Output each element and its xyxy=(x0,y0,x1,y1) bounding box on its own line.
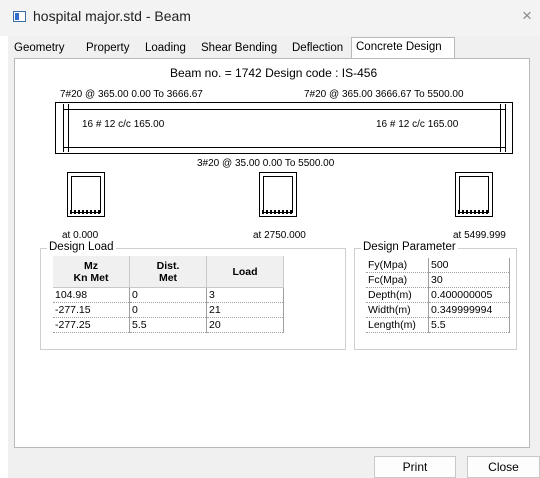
table-cell[interactable]: 21 xyxy=(206,302,284,318)
support-line-left-outer xyxy=(63,104,64,152)
table-row[interactable]: -277.15 0 21 xyxy=(53,302,284,318)
tab-concrete-design[interactable]: Concrete Design xyxy=(351,37,455,58)
column-header-mz-line2: Kn Met xyxy=(73,271,109,284)
close-button[interactable]: Close xyxy=(467,456,540,478)
section-label-start: at 0.000 xyxy=(62,230,99,241)
table-cell[interactable]: 0 xyxy=(129,302,207,318)
tab-shear-bending[interactable]: Shear Bending xyxy=(197,40,281,57)
section-label-mid: at 2750.000 xyxy=(253,230,306,241)
parameter-name: Width(m) xyxy=(366,302,429,318)
stirrup-left-label: 16 # 12 c/c 165.00 xyxy=(82,119,165,130)
bottom-rebar-label: 3#20 @ 35.00 0.00 To 5500.00 xyxy=(197,158,335,169)
column-header-mz: Mz Kn Met xyxy=(53,256,130,288)
table-row[interactable]: Fy(Mpa) 500 xyxy=(366,258,510,273)
tab-loading[interactable]: Loading xyxy=(141,40,190,57)
table-row[interactable]: Length(m) 5.5 xyxy=(366,317,510,333)
table-cell[interactable]: 0 xyxy=(129,287,207,303)
table-cell[interactable]: 3 xyxy=(206,287,284,303)
design-load-table: Mz Kn Met Dist. Met Load 104.98 0 3 -277.1… xyxy=(53,256,284,333)
beam-info: Beam no. = 1742 Design code : IS-456 xyxy=(170,66,378,80)
window-title: hospital major.std - Beam xyxy=(33,8,191,24)
table-row[interactable]: Fc(Mpa) 30 xyxy=(366,272,510,288)
top-right-rebar-label: 7#20 @ 365.00 3666.67 To 5500.00 xyxy=(304,89,464,100)
design-parameter-title: Design Parameter xyxy=(361,241,458,253)
cross-section-start xyxy=(67,172,105,217)
design-load-title: Design Load xyxy=(47,241,116,253)
stirrup-right-label: 16 # 12 c/c 165.00 xyxy=(376,119,459,130)
parameter-name: Length(m) xyxy=(366,317,429,333)
parameter-value[interactable]: 0.400000005 xyxy=(428,287,510,303)
parameter-value[interactable]: 500 xyxy=(428,258,510,273)
support-line-right-inner xyxy=(500,104,501,152)
parameter-value[interactable]: 5.5 xyxy=(428,317,510,333)
app-window-icon xyxy=(13,11,26,22)
column-header-dist-line2: Met xyxy=(158,271,178,284)
design-parameter-table: Fy(Mpa) 500 Fc(Mpa) 30 Depth(m) 0.400000… xyxy=(366,258,510,333)
parameter-name: Depth(m) xyxy=(366,287,429,303)
support-line-left-inner xyxy=(68,104,69,152)
parameter-name: Fc(Mpa) xyxy=(366,272,429,288)
top-rebar-line xyxy=(63,109,506,110)
column-header-load: Load xyxy=(206,256,284,288)
tab-bar: Geometry Property Loading Shear Bending … xyxy=(8,36,540,58)
close-icon[interactable]: × xyxy=(522,6,532,26)
cross-section-end xyxy=(455,172,493,217)
bottom-rebar-line xyxy=(63,147,506,148)
column-header-mz-line1: Mz xyxy=(84,259,98,272)
top-left-rebar-label: 7#20 @ 365.00 0.00 To 3666.67 xyxy=(60,89,203,100)
table-row[interactable]: -277.25 5.5 20 xyxy=(53,317,284,333)
tab-geometry[interactable]: Geometry xyxy=(10,40,69,57)
table-cell[interactable]: -277.15 xyxy=(53,302,130,318)
table-cell[interactable]: 104.98 xyxy=(53,287,130,303)
column-header-dist-line1: Dist. xyxy=(156,259,180,272)
section-label-end: at 5499.999 xyxy=(453,230,506,241)
tab-deflection[interactable]: Deflection xyxy=(288,40,347,57)
table-header-row: Mz Kn Met Dist. Met Load xyxy=(53,256,284,288)
column-header-dist: Dist. Met xyxy=(129,256,207,288)
table-cell[interactable]: 5.5 xyxy=(129,317,207,333)
parameter-value[interactable]: 0.349999994 xyxy=(428,302,510,318)
table-row[interactable]: 104.98 0 3 xyxy=(53,287,284,303)
print-button[interactable]: Print xyxy=(374,456,456,478)
table-cell[interactable]: -277.25 xyxy=(53,317,130,333)
table-cell[interactable]: 20 xyxy=(206,317,284,333)
parameter-name: Fy(Mpa) xyxy=(366,258,429,273)
cross-section-mid xyxy=(259,172,297,217)
support-line-right-outer xyxy=(505,104,506,152)
tab-property[interactable]: Property xyxy=(82,40,133,57)
table-row[interactable]: Depth(m) 0.400000005 xyxy=(366,287,510,303)
table-row[interactable]: Width(m) 0.349999994 xyxy=(366,302,510,318)
parameter-value[interactable]: 30 xyxy=(428,272,510,288)
